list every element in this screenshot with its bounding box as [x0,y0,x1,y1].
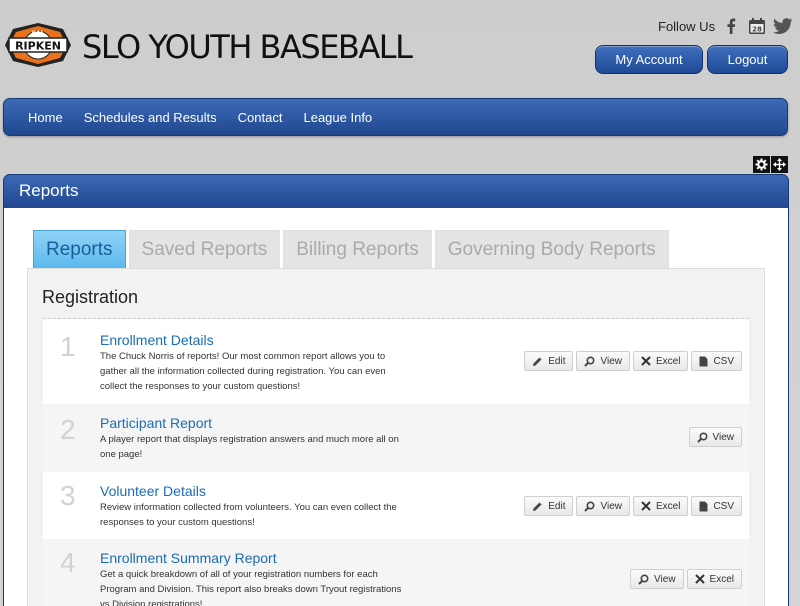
excel-icon [694,574,705,584]
nav-item-home[interactable]: Home [28,110,63,125]
nav-item-league-info[interactable]: League Info [303,110,372,125]
twitter-icon[interactable] [773,16,793,36]
logo-text: RIPKEN [15,40,61,53]
panel-tools [753,156,788,173]
list-item: 2 Participant Report A player report tha… [43,404,749,472]
csv-label: CSV [713,355,734,367]
site-title: SLO YOUTH BASEBALL [82,28,413,66]
report-number: 1 [60,331,76,362]
report-title[interactable]: Volunteer Details [100,483,206,499]
excel-icon [641,356,651,366]
report-title[interactable]: Enrollment Summary Report [100,550,277,566]
view-button[interactable]: View [630,569,684,589]
tab-reports[interactable]: Reports [33,230,126,269]
edit-label: Edit [548,355,566,367]
excel-icon [641,501,651,511]
gear-icon[interactable] [753,156,770,173]
report-number: 4 [60,547,76,578]
logo-subtext: CAL [32,30,45,37]
edit-button[interactable]: Edit [524,351,574,371]
social-links: Follow Us 28 [658,16,793,36]
report-description: A player report that displays registrati… [100,434,399,460]
csv-label: CSV [713,500,734,512]
view-button[interactable]: View [576,496,630,516]
section-title: Registration [42,287,139,307]
follow-label: Follow Us [658,18,716,34]
edit-button[interactable]: Edit [524,496,574,516]
file-icon [699,356,708,366]
my-account-button[interactable]: My Account [595,45,703,74]
excel-button[interactable]: Excel [686,569,742,589]
view-button[interactable]: View [688,427,742,447]
view-label: View [654,573,676,585]
csv-button[interactable]: CSV [691,351,742,371]
excel-button[interactable]: Excel [632,496,689,516]
report-tabs: Reports Saved Reports Billing Reports Go… [33,230,669,269]
list-item: 3 Volunteer Details Review information c… [43,472,749,539]
csv-button[interactable]: CSV [691,496,742,516]
report-description: Get a quick breakdown of all of your reg… [100,569,402,606]
facebook-icon[interactable] [721,16,741,36]
report-description: The Chuck Norris of reports! Our most co… [100,351,386,392]
tab-saved-reports[interactable]: Saved Reports [128,230,281,269]
calendar-icon[interactable]: 28 [747,16,767,36]
list-item: 1 Enrollment Details The Chuck Norris of… [43,319,749,404]
tab-billing-reports[interactable]: Billing Reports [283,230,432,269]
nav-item-schedules[interactable]: Schedules and Results [84,110,217,125]
nav-item-contact[interactable]: Contact [238,110,283,125]
report-title[interactable]: Participant Report [100,415,212,431]
league-logo[interactable]: RIPKEN CAL [3,21,73,69]
view-label: View [600,355,622,367]
panel-title: Reports [19,181,79,200]
move-icon[interactable] [771,156,788,173]
view-label: View [712,431,735,443]
report-list: 1 Enrollment Details The Chuck Norris of… [43,318,749,606]
file-icon [699,501,708,511]
logout-button[interactable]: Logout [707,45,788,74]
excel-label: Excel [655,355,681,367]
magnifier-icon [584,355,595,367]
edit-label: Edit [548,500,566,512]
list-item: 4 Enrollment Summary Report Get a quick … [43,539,749,606]
view-button[interactable]: View [576,351,630,371]
excel-label: Excel [709,573,734,585]
tab-governing-body-reports[interactable]: Governing Body Reports [434,230,669,269]
report-title[interactable]: Enrollment Details [100,332,214,348]
pencil-icon [533,357,542,366]
main-nav: Home Schedules and Results Contact Leagu… [3,98,788,136]
report-number: 2 [60,414,76,445]
calendar-day: 28 [752,25,762,33]
magnifier-icon [584,500,595,512]
report-description: Review information collected from volunt… [100,502,397,528]
report-number: 3 [60,480,76,511]
magnifier-icon [696,431,708,443]
excel-button[interactable]: Excel [632,351,689,371]
view-label: View [600,500,622,512]
magnifier-icon [638,573,649,585]
pencil-icon [533,502,542,511]
excel-label: Excel [655,500,681,512]
tab-content: Registration 1 Enrollment Details The Ch… [27,268,765,606]
